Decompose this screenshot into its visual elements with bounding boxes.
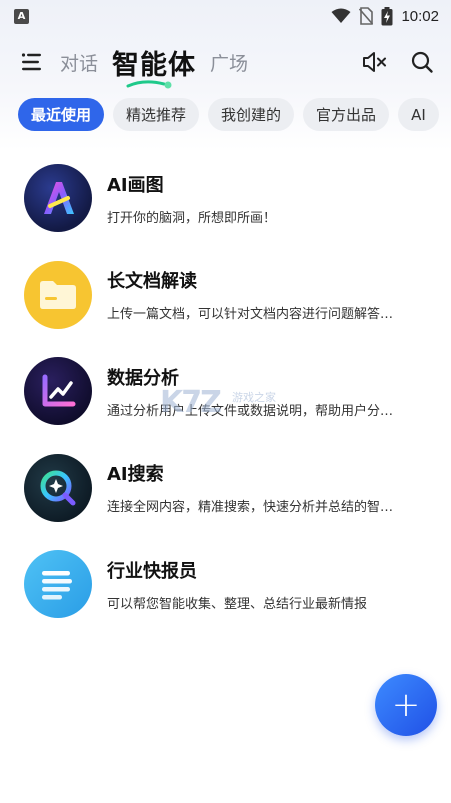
wifi-icon <box>331 8 351 23</box>
status-time: 10:02 <box>401 7 439 25</box>
agent-desc: 上传一篇文档，可以针对文档内容进行问题解答… <box>107 307 394 323</box>
no-sim-icon <box>359 7 374 25</box>
tab-agents-label: 智能体 <box>112 49 197 81</box>
header-actions <box>361 49 435 75</box>
agent-desc: 连接全网内容，精准搜索，快速分析并总结的智… <box>107 500 394 516</box>
agent-text: 行业快报员 可以帮您智能收集、整理、总结行业最新情报 <box>107 557 429 612</box>
filter-chips: 最近使用 精选推荐 我创建的 官方出品 AI <box>18 98 451 132</box>
search-icon <box>411 51 433 73</box>
avatar <box>24 550 92 619</box>
agent-desc: 通过分析用户上传文件或数据说明，帮助用户分… <box>107 403 394 419</box>
agent-desc: 可以帮您智能收集、整理、总结行业最新情报 <box>107 596 368 612</box>
agent-desc: 打开你的脑洞，所想即所画！ <box>107 210 277 226</box>
chip-recent[interactable]: 最近使用 <box>18 98 105 131</box>
agent-item-industry-news[interactable]: 行业快报员 可以帮您智能收集、整理、总结行业最新情报 <box>0 536 451 633</box>
folder-icon <box>40 280 76 309</box>
ai-paint-icon <box>44 182 74 215</box>
search-button[interactable] <box>409 49 435 75</box>
agent-title: AI画图 <box>107 174 164 196</box>
plus-icon: + <box>391 685 421 725</box>
agent-title: AI搜索 <box>107 464 164 486</box>
chip-featured[interactable]: 精选推荐 <box>113 98 200 131</box>
avatar <box>24 164 92 233</box>
mute-button[interactable] <box>361 49 387 75</box>
agent-text: 数据分析 通过分析用户上传文件或数据说明，帮助用户分… <box>107 364 429 419</box>
search-q-icon <box>40 470 76 506</box>
tab-square[interactable]: 广场 <box>210 49 248 76</box>
avatar <box>24 453 92 522</box>
add-agent-button[interactable]: + <box>375 674 437 736</box>
tab-agents[interactable]: 智能体 <box>112 43 197 88</box>
status-bar: A 10:02 <box>0 0 451 32</box>
news-lines-icon <box>42 571 72 600</box>
agent-item-ai-search[interactable]: AI搜索 连接全网内容，精准搜索，快速分析并总结的智… <box>0 440 451 537</box>
app-icon: A <box>14 8 29 24</box>
agent-item-ai-paint[interactable]: AI画图 打开你的脑洞，所想即所画！ <box>0 150 451 247</box>
status-icons: 10:02 <box>331 6 439 26</box>
agent-title: 长文档解读 <box>107 271 197 293</box>
battery-charging-icon <box>381 6 393 25</box>
menu-icon[interactable] <box>20 50 44 74</box>
active-tab-indicator <box>126 79 172 88</box>
agent-text: 长文档解读 上传一篇文档，可以针对文档内容进行问题解答… <box>107 267 429 322</box>
agent-title: 数据分析 <box>107 367 179 389</box>
agent-text: AI搜索 连接全网内容，精准搜索，快速分析并总结的智… <box>107 460 429 515</box>
agent-list: AI画图 打开你的脑洞，所想即所画！ 长文档解读 上传一篇文档，可以针对文档内容… <box>0 150 451 633</box>
mute-icon <box>363 52 386 72</box>
agent-item-data-analysis[interactable]: 数据分析 通过分析用户上传文件或数据说明，帮助用户分… <box>0 343 451 440</box>
app-header: 对话 智能体 广场 <box>0 36 451 88</box>
avatar <box>24 260 92 329</box>
chip-ai[interactable]: AI <box>398 98 439 131</box>
chart-icon <box>42 374 76 407</box>
chip-official[interactable]: 官方出品 <box>303 98 390 131</box>
agent-text: AI画图 打开你的脑洞，所想即所画！ <box>107 171 429 226</box>
agent-item-long-doc[interactable]: 长文档解读 上传一篇文档，可以针对文档内容进行问题解答… <box>0 247 451 344</box>
avatar <box>24 357 92 426</box>
tab-chat[interactable]: 对话 <box>60 49 98 76</box>
agent-title: 行业快报员 <box>107 560 197 582</box>
chip-created-by-me[interactable]: 我创建的 <box>208 98 295 131</box>
